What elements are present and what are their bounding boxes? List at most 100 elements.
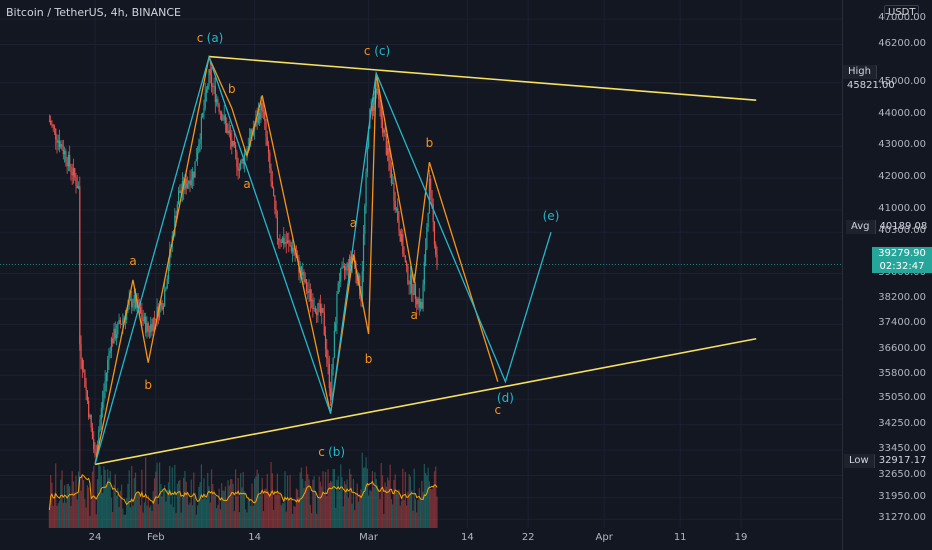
wave-label: a (129, 253, 137, 268)
wave-label: c (363, 43, 371, 58)
candle-body (333, 330, 335, 358)
volume-bar (231, 479, 233, 528)
candle-body (81, 359, 83, 371)
candle-body (379, 99, 381, 107)
volume-bar (172, 507, 175, 528)
low-value: 32917.17 (878, 455, 927, 466)
volume-bar (85, 507, 87, 528)
candle-body (275, 209, 277, 218)
candle-body (435, 244, 437, 255)
candle-body (227, 130, 229, 133)
candle-body (57, 140, 59, 143)
y-tick-label: 44000.00 (878, 107, 926, 119)
candle-body (122, 319, 124, 324)
candle-body (416, 299, 418, 305)
candle-body (433, 221, 436, 245)
volume-bar (326, 495, 328, 528)
candle-body (197, 152, 199, 160)
volume-bar (357, 501, 360, 528)
candle-body (284, 242, 286, 245)
low-price-tag: Low 32917.17 (844, 454, 930, 468)
volume-bar (319, 481, 322, 528)
volume-bar (112, 511, 114, 528)
volume-bar (397, 492, 399, 528)
candle-body (214, 85, 216, 103)
high-value: 45821.00 (847, 80, 895, 91)
candle-body (94, 449, 96, 455)
candle-body (150, 324, 152, 333)
candle-body (193, 171, 195, 178)
candle-body (107, 360, 109, 374)
candle-body (426, 227, 428, 249)
volume-bar (129, 507, 132, 528)
candle-body (281, 237, 284, 243)
candle-body (322, 308, 324, 313)
volume-bar (350, 474, 352, 528)
volume-bar (203, 478, 205, 528)
candle-body (99, 419, 101, 431)
volume-bar (166, 489, 168, 528)
volume-bar (283, 503, 285, 528)
volume-bar (318, 476, 320, 528)
candle-body (147, 323, 149, 332)
candle-body (431, 190, 433, 205)
volume-bar (402, 468, 404, 528)
candle-body (190, 179, 192, 186)
volume-bar (324, 472, 327, 528)
y-tick-label: 34250.00 (878, 417, 926, 429)
volume-bar (202, 499, 204, 528)
candle-body (269, 152, 271, 169)
volume-bar (96, 479, 99, 528)
candle-body (52, 124, 54, 127)
volume-bar (355, 493, 357, 528)
volume-bar (115, 495, 118, 528)
volume-bar (327, 469, 329, 528)
candle-body (200, 116, 202, 140)
candle-body (219, 111, 221, 113)
candle-body (165, 288, 167, 290)
volume-bar (80, 490, 82, 528)
candle-body (71, 172, 73, 176)
candle-body (388, 148, 390, 161)
volume-bar (368, 495, 370, 528)
candle-body (342, 265, 344, 267)
volume-bar (376, 485, 379, 528)
candle-body (133, 294, 135, 303)
volume-bar (197, 505, 199, 528)
candle-body (274, 195, 276, 210)
candle-body (404, 255, 406, 263)
symbol-title[interactable]: Bitcoin / TetherUS, 4h, BINANCE (6, 6, 181, 19)
candle-body (222, 119, 224, 121)
candle-body (427, 212, 429, 228)
candle-body (198, 143, 200, 153)
candle-body (207, 86, 209, 90)
candle-body (397, 208, 399, 221)
candle-countdown: 02:32:47 (879, 261, 925, 272)
x-tick-label: Feb (146, 532, 165, 543)
volume-bar (105, 484, 107, 528)
candle-body (191, 171, 194, 180)
volume-bar (228, 485, 230, 528)
candle-body (398, 220, 400, 232)
volume-bar (180, 512, 182, 528)
volume-bar (210, 469, 213, 528)
candle-body (412, 292, 414, 295)
candle-body (90, 415, 92, 428)
price-chart[interactable] (0, 0, 932, 550)
candle-body (276, 217, 278, 239)
candle-body (202, 112, 204, 117)
volume-bar (381, 475, 384, 528)
candle-body (66, 161, 68, 167)
volume-bar (251, 483, 253, 528)
volume-bar (271, 473, 273, 528)
candle-body (313, 308, 315, 309)
candle-body (335, 323, 337, 331)
candle-body (237, 167, 239, 171)
candle-body (112, 338, 114, 344)
volume-bar (365, 457, 367, 528)
volume-bar (413, 468, 415, 528)
candle-body (311, 299, 313, 302)
candle-body (89, 415, 91, 418)
volume-bar (312, 479, 314, 528)
candle-body (390, 169, 392, 184)
